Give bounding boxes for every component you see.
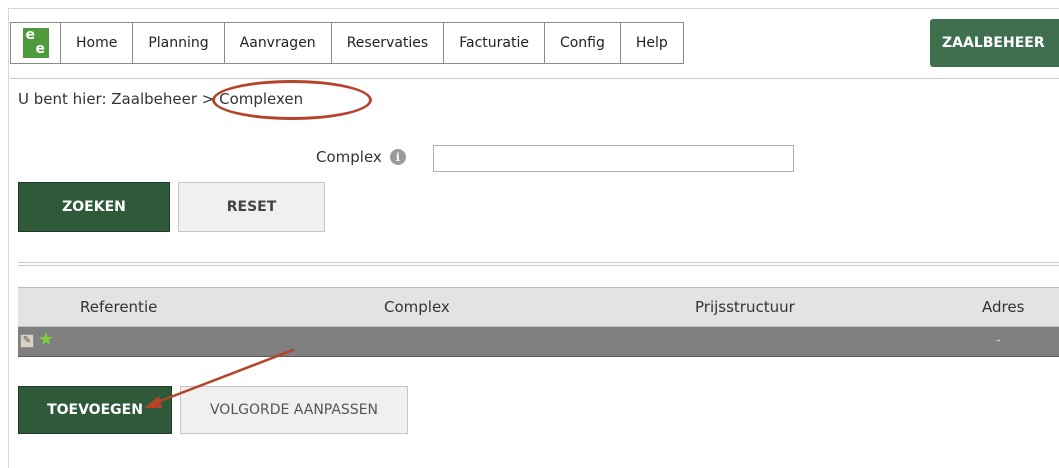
column-complex[interactable]: Complex bbox=[384, 298, 450, 316]
nav-help[interactable]: Help bbox=[621, 23, 683, 63]
top-nav: ee Home Planning Aanvragen Reservaties F… bbox=[10, 22, 684, 64]
nav-reservaties[interactable]: Reservaties bbox=[332, 23, 445, 63]
column-adres[interactable]: Adres bbox=[982, 298, 1024, 316]
search-button[interactable]: ZOEKEN bbox=[18, 182, 170, 232]
reorder-button[interactable]: VOLGORDE AANPASSEN bbox=[180, 386, 408, 434]
nav-home[interactable]: Home bbox=[61, 23, 134, 63]
adres-cell: - bbox=[996, 333, 1001, 348]
edit-icon[interactable]: ✎ bbox=[20, 334, 34, 348]
nav-divider bbox=[10, 78, 1059, 79]
column-prijsstructuur[interactable]: Prijsstructuur bbox=[695, 298, 795, 316]
nav-aanvragen[interactable]: Aanvragen bbox=[225, 23, 332, 63]
complex-label-text: Complex bbox=[316, 148, 382, 166]
reset-button[interactable]: RESET bbox=[178, 182, 325, 232]
table-header: Referentie Complex Prijsstructuur Adres bbox=[18, 287, 1059, 327]
app-logo[interactable]: ee bbox=[11, 23, 61, 63]
annotation-circle bbox=[212, 80, 372, 120]
info-icon[interactable]: i bbox=[389, 149, 406, 165]
star-icon[interactable]: ★ bbox=[38, 330, 54, 350]
section-divider bbox=[18, 262, 1059, 266]
complex-field-label: Complex i bbox=[316, 148, 406, 166]
logo-icon: ee bbox=[22, 28, 49, 58]
nav-config[interactable]: Config bbox=[545, 23, 621, 63]
table-row[interactable]: ✎ ★ - bbox=[18, 327, 1059, 357]
zaalbeheer-button[interactable]: ZAALBEHEER bbox=[930, 19, 1059, 67]
column-referentie[interactable]: Referentie bbox=[80, 298, 157, 316]
add-button[interactable]: TOEVOEGEN bbox=[18, 386, 172, 434]
complex-search-input[interactable] bbox=[433, 145, 794, 172]
nav-planning[interactable]: Planning bbox=[133, 23, 225, 63]
nav-facturatie[interactable]: Facturatie bbox=[444, 23, 545, 63]
